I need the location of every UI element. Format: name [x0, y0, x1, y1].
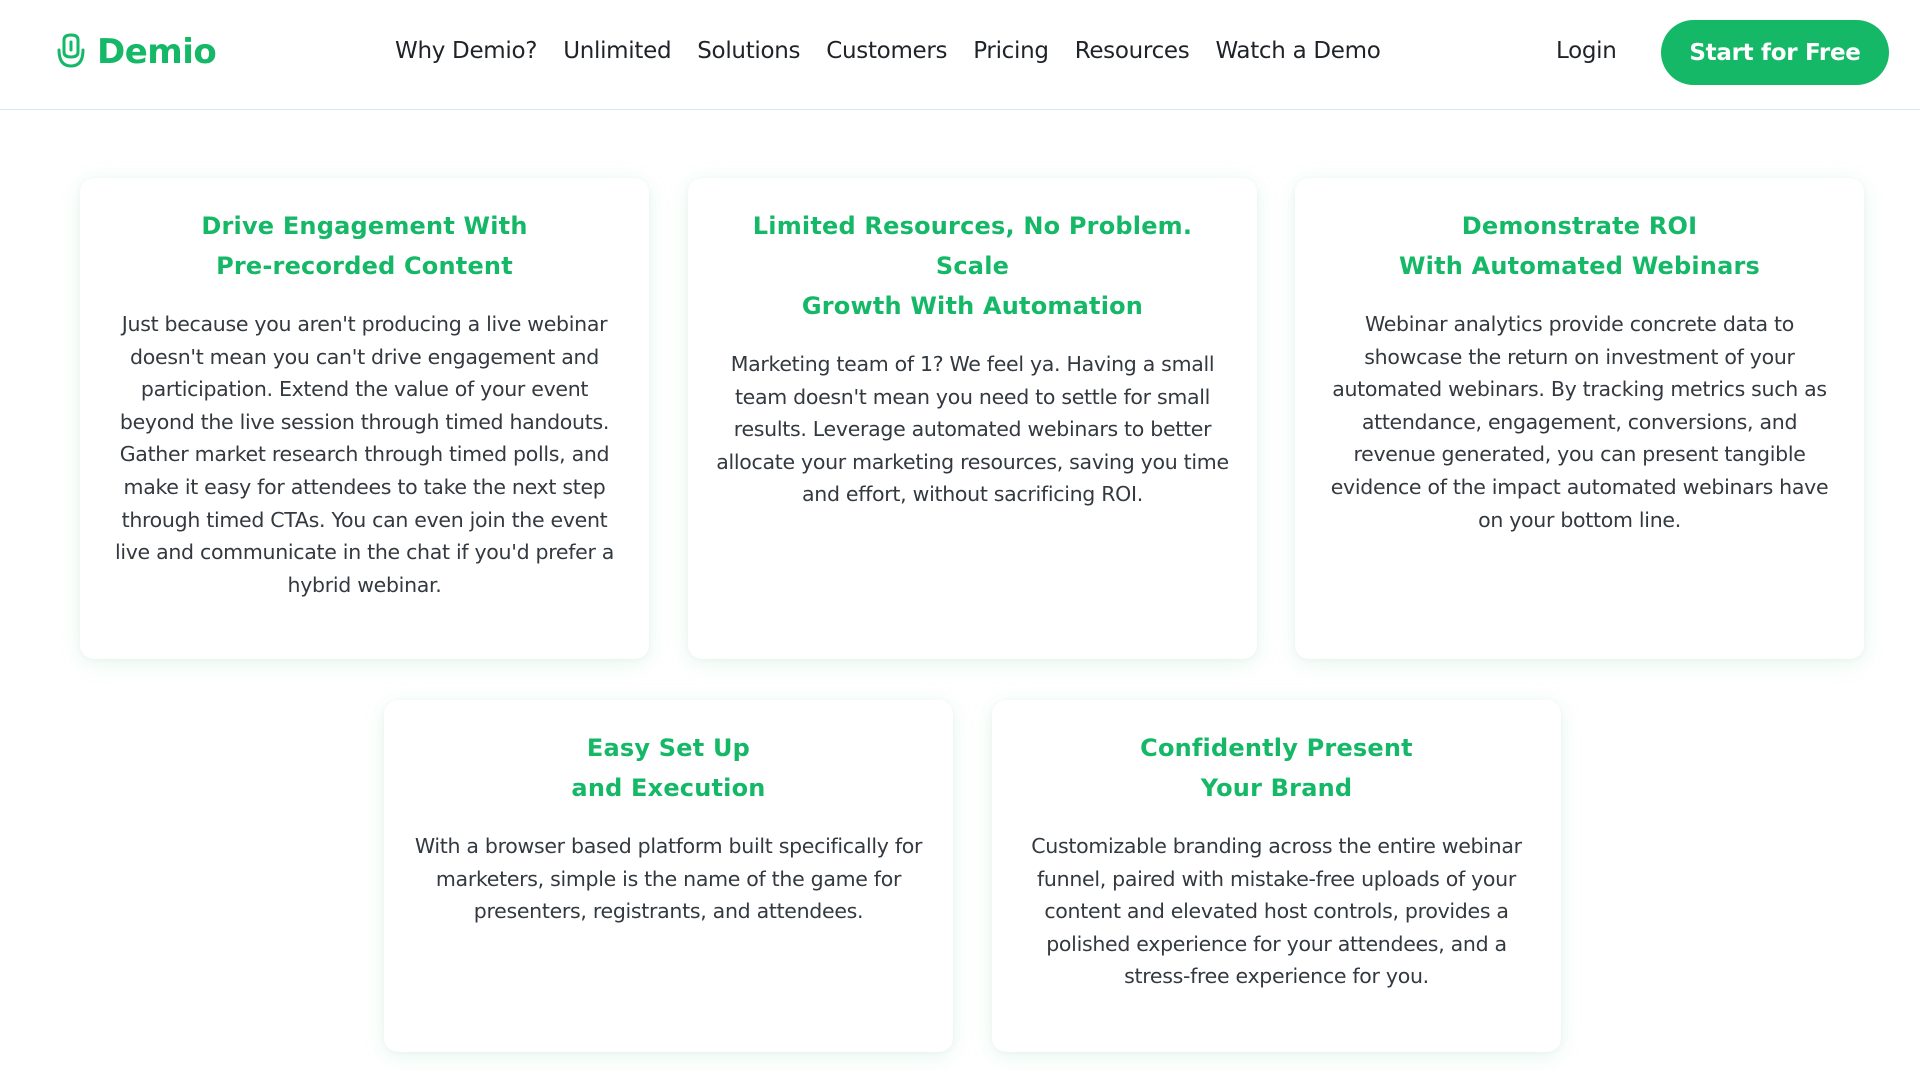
feature-card-automation: Limited Resources, No Problem. Scale Gro…: [688, 178, 1257, 659]
feature-card-pre-recorded: Drive Engagement With Pre-recorded Conte…: [80, 178, 649, 659]
card-body: Customizable branding across the entire …: [1031, 834, 1522, 989]
card-title: Drive Engagement With Pre-recorded Conte…: [201, 212, 528, 280]
nav-item-solutions[interactable]: Solutions: [697, 38, 800, 64]
card-body: Marketing team of 1? We feel ya. Having …: [716, 352, 1229, 507]
site-header: Demio Why Demio? Unlimited Solutions Cus…: [0, 0, 1920, 110]
card-body: Webinar analytics provide concrete data …: [1330, 312, 1829, 532]
nav-item-why-demio[interactable]: Why Demio?: [395, 38, 537, 64]
card-body: With a browser based platform built spec…: [414, 834, 923, 924]
nav-item-watch-a-demo[interactable]: Watch a Demo: [1215, 38, 1380, 64]
nav-item-customers[interactable]: Customers: [826, 38, 947, 64]
start-for-free-button[interactable]: Start for Free: [1661, 20, 1889, 85]
card-title: Easy Set Up and Execution: [571, 734, 766, 802]
main-nav: Why Demio? Unlimited Solutions Customers…: [395, 38, 1407, 64]
feature-card-roi: Demonstrate ROI With Automated Webinars …: [1295, 178, 1864, 659]
brand-name: Demio: [97, 32, 217, 72]
card-body: Just because you aren't producing a live…: [114, 312, 615, 597]
nav-item-resources[interactable]: Resources: [1075, 38, 1190, 64]
login-link[interactable]: Login: [1556, 38, 1617, 64]
feature-card-brand: Confidently Present Your Brand Customiza…: [992, 700, 1561, 1052]
card-title: Demonstrate ROI With Automated Webinars: [1398, 212, 1761, 280]
nav-item-pricing[interactable]: Pricing: [973, 38, 1049, 64]
card-title: Confidently Present Your Brand: [1140, 734, 1413, 802]
nav-item-unlimited[interactable]: Unlimited: [563, 38, 671, 64]
brand-logo[interactable]: Demio: [55, 32, 217, 72]
card-title: Limited Resources, No Problem. Scale Gro…: [752, 212, 1193, 320]
microphone-logo-icon: [57, 33, 85, 68]
feature-card-easy-setup: Easy Set Up and Execution With a browser…: [384, 700, 953, 1052]
